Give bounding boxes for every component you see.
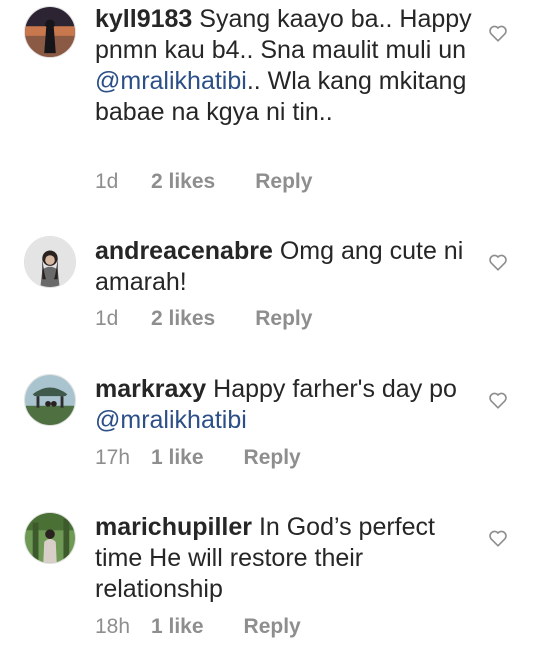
comment-likes[interactable]: 2 likes [151, 307, 215, 331]
comment-text: andreacenabre Omg ang cute ni amarah! [95, 236, 485, 298]
comment-username[interactable]: markraxy [95, 375, 206, 403]
mention-link[interactable]: @mralikhatibi [95, 67, 247, 95]
mention-link[interactable]: @mralikhatibi [95, 406, 247, 434]
avatar[interactable] [24, 512, 76, 564]
avatar-image [25, 7, 75, 57]
reply-button[interactable]: Reply [244, 615, 301, 639]
comment-meta: 18h 1 like Reply [95, 615, 301, 639]
comment-username[interactable]: marichupiller [95, 513, 252, 541]
comment-text: markraxy Happy farher's day po @mralikha… [95, 374, 485, 436]
comment-likes[interactable]: 2 likes [151, 170, 215, 194]
avatar[interactable] [24, 236, 76, 288]
comment-likes[interactable]: 1 like [151, 446, 204, 470]
avatar-image [25, 375, 75, 425]
comment-text: marichupiller In God’s perfect time He w… [95, 512, 485, 605]
like-heart-icon[interactable] [488, 253, 508, 271]
like-heart-icon[interactable] [488, 529, 508, 547]
comment-timestamp: 18h [95, 615, 131, 638]
comment-timestamp: 17h [95, 446, 131, 469]
comment-meta: 17h 1 like Reply [95, 446, 301, 470]
reply-button[interactable]: Reply [255, 170, 312, 194]
comment-likes[interactable]: 1 like [151, 615, 204, 639]
comment-username[interactable]: kyll9183 [95, 5, 192, 33]
comment-meta: 1d 2 likes Reply [95, 170, 312, 194]
comment-text: kyll9183 Syang kaayo ba.. Happy pnmn kau… [95, 4, 485, 128]
avatar[interactable] [24, 374, 76, 426]
reply-button[interactable]: Reply [255, 307, 312, 331]
comment-username[interactable]: andreacenabre [95, 237, 273, 265]
avatar-image [25, 513, 75, 563]
avatar[interactable] [24, 6, 76, 58]
comment-meta: 1d 2 likes Reply [95, 307, 312, 331]
avatar-image [25, 237, 75, 287]
comment-timestamp: 1d [95, 307, 119, 330]
comment-timestamp: 1d [95, 170, 119, 193]
like-heart-icon[interactable] [488, 391, 508, 409]
comment-body: Happy farher's day po [206, 375, 457, 403]
like-heart-icon[interactable] [488, 24, 508, 42]
reply-button[interactable]: Reply [244, 446, 301, 470]
